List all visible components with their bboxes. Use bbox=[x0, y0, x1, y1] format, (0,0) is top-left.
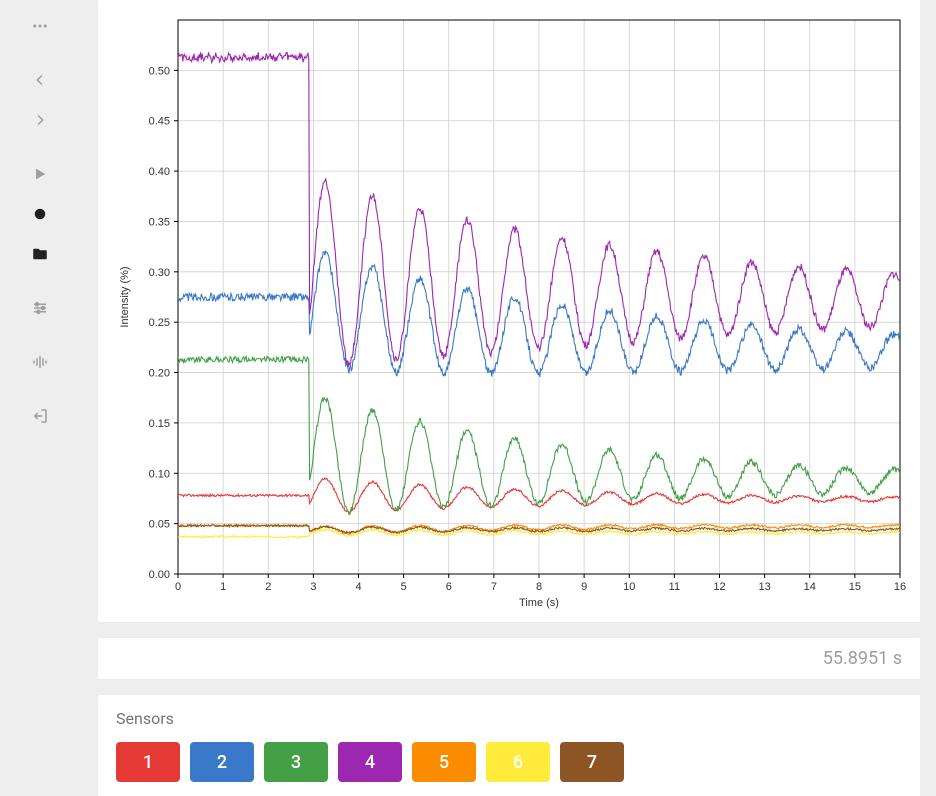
sensor-button-6[interactable]: 6 bbox=[486, 742, 550, 782]
svg-text:8: 8 bbox=[536, 581, 542, 593]
svg-text:1: 1 bbox=[220, 581, 226, 593]
dots-icon[interactable] bbox=[16, 8, 64, 44]
wave-icon[interactable] bbox=[16, 344, 64, 380]
svg-text:0.35: 0.35 bbox=[149, 216, 170, 228]
svg-text:2: 2 bbox=[265, 581, 271, 593]
chart-card: 0123456789101112131415160.000.050.100.15… bbox=[98, 0, 920, 622]
svg-text:0.30: 0.30 bbox=[149, 267, 170, 279]
svg-text:Time (s): Time (s) bbox=[519, 597, 559, 609]
svg-text:9: 9 bbox=[581, 581, 587, 593]
svg-text:5: 5 bbox=[401, 581, 407, 593]
svg-text:0.40: 0.40 bbox=[149, 166, 170, 178]
svg-text:0.20: 0.20 bbox=[149, 368, 170, 380]
svg-text:16: 16 bbox=[894, 581, 906, 593]
sensors-card: Sensors 1234567 bbox=[98, 695, 920, 796]
folder-icon[interactable] bbox=[16, 236, 64, 272]
play-icon[interactable] bbox=[16, 156, 64, 192]
svg-text:14: 14 bbox=[804, 581, 816, 593]
svg-text:0.00: 0.00 bbox=[149, 569, 170, 581]
intensity-chart[interactable]: 0123456789101112131415160.000.050.100.15… bbox=[110, 14, 908, 610]
svg-text:12: 12 bbox=[713, 581, 725, 593]
record-icon[interactable] bbox=[16, 196, 64, 232]
chevron-left-icon[interactable] bbox=[16, 62, 64, 98]
elapsed-time: 55.8951 s bbox=[823, 648, 902, 669]
svg-text:0.45: 0.45 bbox=[149, 116, 170, 128]
sensor-button-1[interactable]: 1 bbox=[116, 742, 180, 782]
svg-text:6: 6 bbox=[446, 581, 452, 593]
chevron-right-icon[interactable] bbox=[16, 102, 64, 138]
svg-text:3: 3 bbox=[310, 581, 316, 593]
sensor-button-2[interactable]: 2 bbox=[190, 742, 254, 782]
sliders-icon[interactable] bbox=[16, 290, 64, 326]
sensor-button-7[interactable]: 7 bbox=[560, 742, 624, 782]
sensor-button-5[interactable]: 5 bbox=[412, 742, 476, 782]
svg-text:4: 4 bbox=[355, 581, 361, 593]
sensor-button-4[interactable]: 4 bbox=[338, 742, 402, 782]
svg-text:11: 11 bbox=[669, 581, 680, 593]
sensor-button-3[interactable]: 3 bbox=[264, 742, 328, 782]
svg-text:13: 13 bbox=[759, 581, 771, 593]
svg-text:0.15: 0.15 bbox=[149, 418, 170, 430]
sensors-title: Sensors bbox=[116, 709, 902, 728]
svg-text:7: 7 bbox=[491, 581, 497, 593]
main-panel: 0123456789101112131415160.000.050.100.15… bbox=[80, 0, 936, 796]
svg-text:0: 0 bbox=[175, 581, 181, 593]
exit-icon[interactable] bbox=[16, 398, 64, 434]
svg-text:0.50: 0.50 bbox=[149, 65, 170, 77]
svg-text:15: 15 bbox=[849, 581, 861, 593]
sidebar bbox=[0, 0, 80, 796]
svg-text:Intensity (%): Intensity (%) bbox=[119, 266, 131, 327]
svg-text:0.10: 0.10 bbox=[149, 468, 170, 480]
svg-text:0.25: 0.25 bbox=[149, 317, 170, 329]
time-card: 55.8951 s bbox=[98, 638, 920, 679]
svg-text:0.05: 0.05 bbox=[149, 519, 170, 531]
svg-text:10: 10 bbox=[623, 581, 635, 593]
sensor-row: 1234567 bbox=[116, 742, 902, 782]
